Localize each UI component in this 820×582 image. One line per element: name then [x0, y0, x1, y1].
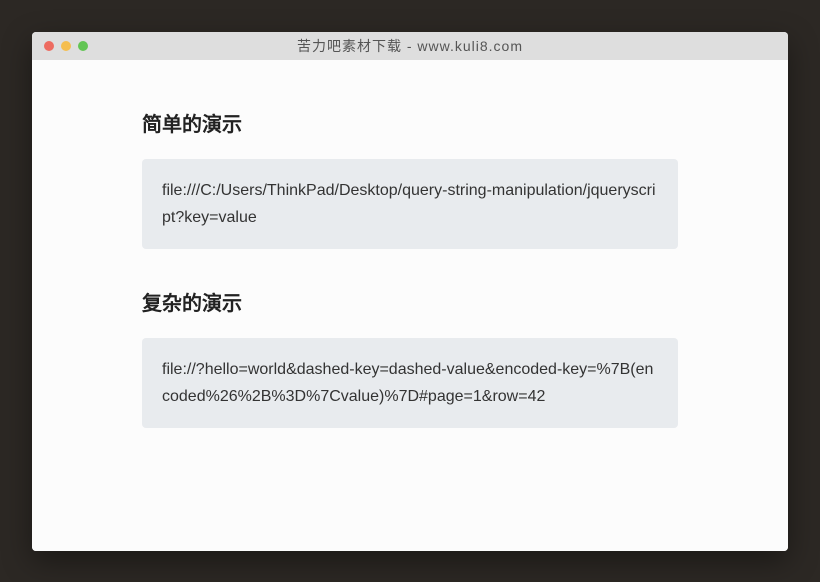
content-area: 简单的演示 file:///C:/Users/ThinkPad/Desktop/…	[32, 60, 788, 551]
close-icon[interactable]	[44, 41, 54, 51]
minimize-icon[interactable]	[61, 41, 71, 51]
section-heading-complex: 复杂的演示	[142, 287, 678, 316]
code-block-complex: file://?hello=world&dashed-key=dashed-va…	[142, 338, 678, 428]
titlebar: 苦力吧素材下载 - www.kuli8.com	[32, 32, 788, 60]
window-title: 苦力吧素材下载 - www.kuli8.com	[32, 36, 788, 56]
section-heading-simple: 简单的演示	[142, 108, 678, 137]
browser-window: 苦力吧素材下载 - www.kuli8.com 简单的演示 file:///C:…	[32, 32, 788, 551]
maximize-icon[interactable]	[78, 41, 88, 51]
window-controls	[32, 41, 88, 51]
code-block-simple: file:///C:/Users/ThinkPad/Desktop/query-…	[142, 159, 678, 249]
